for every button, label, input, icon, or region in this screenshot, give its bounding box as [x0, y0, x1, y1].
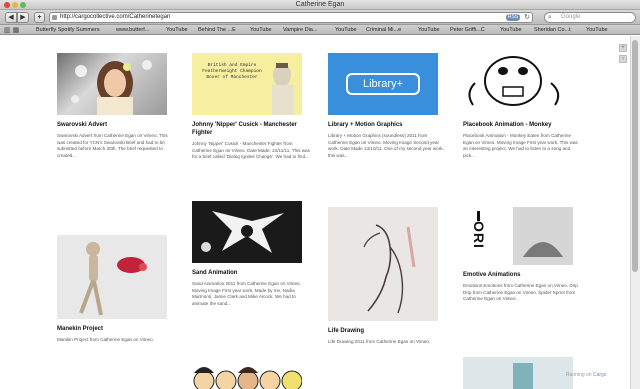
scrollbar-thumb[interactable] [632, 40, 638, 272]
project-description: Johnny 'Nipper' Cusick - Manchester Figh… [192, 141, 310, 160]
project-card[interactable]: Manekin Project Manikin Project from Cat… [57, 235, 175, 344]
reload-icon[interactable]: ↻ [524, 13, 530, 22]
cartoon-faces-image [193, 367, 302, 389]
project-description: Emotions Emotions from Catherine Egan on… [463, 283, 578, 302]
project-card[interactable]: Placebook Animation - Monkey Placebook A… [463, 53, 581, 159]
boxer-portrait-image [272, 63, 294, 115]
bookmark-item[interactable]: Vampire Dia... [283, 25, 317, 34]
bookmark-item[interactable]: www.butterf... [116, 25, 149, 34]
project-description: Sand Animation 2011 from Catherine Egan … [192, 281, 301, 306]
project-thumbnail[interactable]: British and Empire Featherweight Champio… [192, 53, 302, 115]
title-bar: Catherine Egan [0, 0, 640, 10]
bookmark-item[interactable]: Butterfly Spotify Summers [36, 25, 100, 34]
project-thumbnail[interactable] [192, 201, 302, 263]
project-description: Placebook Animation - Monkey Eaten from … [463, 133, 578, 158]
portrait-image [71, 60, 152, 115]
project-title[interactable]: Johnny 'Nipper' Cusick - Manchester Figh… [192, 121, 310, 137]
project-title[interactable]: Life Drawing [328, 327, 446, 335]
bookmark-item[interactable]: YouTube [250, 25, 272, 34]
arrow-left-icon: ◀ [8, 14, 14, 21]
bookmark-item[interactable]: Sheridan Co...t [534, 25, 571, 34]
search-icon: ⌕ [548, 14, 552, 21]
plus-icon: + [621, 45, 625, 51]
project-card[interactable]: Library+ Library + Motion Graphics Libra… [328, 53, 446, 159]
grid-icon[interactable]: ▦ [13, 27, 22, 34]
project-thumbnail[interactable] [57, 53, 167, 115]
rss-icon[interactable]: RSS [506, 14, 520, 21]
project-thumbnail[interactable]: ORI [463, 207, 573, 265]
bookmarks-icons[interactable]: ▥▦ [4, 26, 21, 34]
arrow-icon: › [622, 56, 624, 62]
browser-toolbar: ◀ ▶ + http://cargocollective.com/Catheri… [0, 10, 640, 25]
project-thumbnail[interactable] [57, 235, 167, 319]
bookmark-item[interactable]: YouTube [500, 25, 522, 34]
bookmark-item[interactable]: Peter Griffi...C [450, 25, 485, 34]
sand-animation-image [201, 211, 284, 253]
window-title: Catherine Egan [295, 1, 345, 8]
search-placeholder: Google [561, 14, 581, 20]
project-description: Life Drawing 2011 from Catherine Egan on… [328, 339, 431, 344]
project-card[interactable]: Life Drawing Life Drawing 2011 from Cath… [328, 207, 446, 346]
cargo-link[interactable]: Cargo [593, 372, 607, 378]
project-title[interactable]: Placebook Animation - Monkey [463, 121, 581, 129]
life-drawing-image [363, 224, 416, 314]
bookmark-item[interactable]: YouTube [586, 25, 608, 34]
bookmark-item[interactable]: Behind The ...E [198, 25, 236, 34]
project-title[interactable]: Manekin Project [57, 325, 175, 333]
back-button[interactable]: ◀ [5, 12, 17, 23]
monkey-drawing [468, 56, 560, 106]
project-description: Library + Motion Graphics (soundless) 20… [328, 133, 444, 158]
book-icon[interactable]: ▥ [4, 27, 13, 34]
manikin-image [79, 242, 147, 316]
address-bar[interactable]: http://cargocollective.com/Catherinetega… [49, 12, 533, 23]
share-button[interactable]: + [619, 44, 627, 52]
project-title[interactable]: Library + Motion Graphics [328, 121, 446, 129]
bookmark-item[interactable]: Criminal Mi...e [366, 25, 401, 34]
project-card[interactable]: Swarovski Advert Swarovski Advert from C… [57, 53, 175, 159]
bookmark-item[interactable]: YouTube [418, 25, 440, 34]
page-content: Swarovski Advert Swarovski Advert from C… [0, 36, 630, 389]
browser-window: Catherine Egan ◀ ▶ + http://cargocollect… [0, 0, 640, 389]
bookmark-item[interactable]: YouTube [335, 25, 357, 34]
powered-by: Running on Cargo [566, 372, 607, 378]
project-image [513, 363, 533, 389]
bookmarks-bar: ▥▦ Butterfly Spotify Summers www.butterf… [0, 25, 640, 35]
project-title[interactable]: Emotive Animations [463, 271, 581, 279]
project-card[interactable]: British and Empire Featherweight Champio… [192, 53, 310, 161]
project-thumbnail[interactable] [463, 357, 573, 389]
powered-by-prefix: Running on [566, 372, 592, 378]
project-thumbnail[interactable]: Library+ [328, 53, 438, 115]
project-thumbnail[interactable] [463, 53, 573, 115]
project-description: Swarovski Advert from Catherine Egan on … [57, 133, 168, 158]
address-bar-url: http://cargocollective.com/Catherinetega… [60, 14, 171, 20]
project-thumbnail[interactable] [192, 357, 302, 389]
project-title[interactable]: Swarovski Advert [57, 121, 175, 129]
arrow-right-icon: ▶ [20, 14, 26, 21]
project-description: Manikin Project from Catherine Egan on V… [57, 337, 154, 342]
add-bookmark-button[interactable]: + [34, 12, 45, 23]
emotive-animation-image [477, 207, 573, 265]
project-title[interactable]: Sand Animation [192, 269, 310, 277]
plus-icon: + [37, 14, 42, 21]
project-card[interactable]: ORI Emotive Animations Emotions Emotions… [463, 207, 581, 303]
forward-button[interactable]: ▶ [17, 12, 29, 23]
follow-button[interactable]: › [619, 55, 627, 63]
project-thumbnail[interactable] [328, 207, 438, 321]
site-favicon-icon [52, 15, 57, 20]
project-card[interactable]: Sand Animation Sand Animation 2011 from … [192, 201, 310, 307]
bookmark-item[interactable]: YouTube [166, 25, 188, 34]
library-logo: Library+ [346, 73, 420, 95]
search-field[interactable]: ⌕ Google [544, 12, 636, 23]
